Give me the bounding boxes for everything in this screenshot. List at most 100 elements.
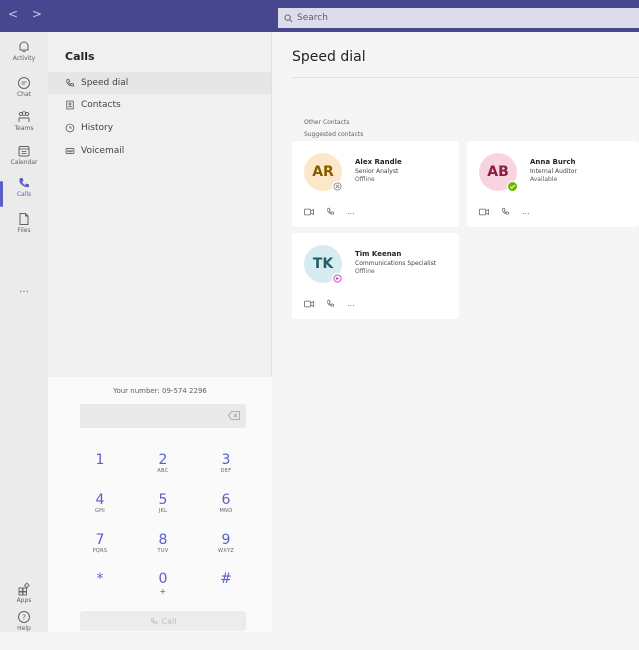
avatar-initials: TK xyxy=(312,256,334,272)
dial-key-hash[interactable]: # xyxy=(206,571,246,587)
avatar: AB xyxy=(479,153,518,192)
rail-calls[interactable]: Calls xyxy=(0,176,48,216)
more-options-icon[interactable]: ... xyxy=(347,207,355,216)
key-digit: 5 xyxy=(158,492,168,508)
contact-status: Available xyxy=(530,176,558,183)
calls-title: Calls xyxy=(65,50,95,63)
suggested-contacts-label: Suggested contacts xyxy=(304,131,364,138)
nav-history[interactable]: History xyxy=(48,117,271,139)
contact-card-anna-burch[interactable]: AB Anna Burch Internal Auditor Available… xyxy=(467,141,639,227)
contact-actions: ... xyxy=(479,207,530,216)
divider xyxy=(292,77,639,78)
key-digit: 2 xyxy=(158,452,168,468)
key-digit: 9 xyxy=(221,532,231,548)
title-bar: < > Search xyxy=(0,0,639,32)
more-options-icon[interactable]: ... xyxy=(347,299,355,308)
dial-key-6[interactable]: 6 MNO xyxy=(206,492,246,514)
voicemail-icon xyxy=(65,148,75,154)
rail-activity-label: Activity xyxy=(12,55,36,62)
clock-icon xyxy=(65,123,75,133)
dial-key-9[interactable]: 9 WXYZ xyxy=(206,532,246,554)
search-icon xyxy=(284,13,293,22)
presence-offline-icon xyxy=(332,181,343,192)
file-icon xyxy=(19,213,29,225)
dial-key-8[interactable]: 8 TUV xyxy=(143,532,183,554)
forward-arrow-icon[interactable]: > xyxy=(32,7,42,21)
dial-key-5[interactable]: 5 JKL xyxy=(143,492,183,514)
backspace-icon[interactable] xyxy=(228,411,240,420)
video-call-icon[interactable] xyxy=(304,300,314,308)
more-options-icon[interactable]: ... xyxy=(522,207,530,216)
bell-icon xyxy=(19,41,29,52)
chat-icon xyxy=(18,77,30,89)
dial-key-2[interactable]: 2 ABC xyxy=(143,452,183,474)
active-indicator xyxy=(0,181,3,207)
more-icon: ... xyxy=(19,284,29,295)
call-button-label: Call xyxy=(161,616,177,626)
rail-files-label: Files xyxy=(17,227,31,234)
rail-calendar-label: Calendar xyxy=(10,159,38,166)
presence-available-icon xyxy=(507,181,518,192)
page-title: Speed dial xyxy=(292,49,366,65)
avatar-initials: AB xyxy=(487,164,509,180)
nav-speed-dial-label: Speed dial xyxy=(81,78,129,88)
dial-key-4[interactable]: 4 GHI xyxy=(80,492,120,514)
rail-more-button[interactable]: ... xyxy=(0,284,48,324)
nav-history-label: History xyxy=(81,123,114,133)
svg-text:?: ? xyxy=(22,614,26,622)
rail-chat-label: Chat xyxy=(16,91,32,98)
dial-key-7[interactable]: 7 PQRS xyxy=(80,532,120,554)
phone-outline-icon xyxy=(66,79,74,87)
rail-apps-label: Apps xyxy=(16,597,32,604)
dial-number-input[interactable] xyxy=(80,404,246,428)
key-letters: GHI xyxy=(94,508,105,514)
audio-call-icon[interactable] xyxy=(326,207,335,216)
phone-outline-icon xyxy=(150,617,157,624)
key-letters: + xyxy=(159,587,167,596)
video-call-icon[interactable] xyxy=(304,208,314,216)
key-digit: 0 xyxy=(158,571,168,587)
dial-key-1[interactable]: 1 xyxy=(80,452,120,468)
rail-calls-label: Calls xyxy=(16,191,32,198)
key-letters: DEF xyxy=(220,468,232,474)
contact-status: Offline xyxy=(355,176,375,183)
rail-activity[interactable]: Activity xyxy=(0,40,48,80)
contact-role: Communications Specialist xyxy=(355,260,437,267)
audio-call-icon[interactable] xyxy=(501,207,510,216)
apps-icon xyxy=(18,582,30,596)
help-icon: ? xyxy=(18,611,30,623)
key-letters: ABC xyxy=(157,468,169,474)
nav-speed-dial[interactable]: Speed dial xyxy=(48,72,271,94)
rail-help[interactable]: ? Help xyxy=(0,610,48,650)
key-digit: 3 xyxy=(221,452,231,468)
key-digit: 4 xyxy=(95,492,105,508)
video-call-icon[interactable] xyxy=(479,208,489,216)
rail-files[interactable]: Files xyxy=(0,212,48,252)
call-button[interactable]: Call xyxy=(80,611,246,631)
contact-card-tim-keenan[interactable]: TK Tim Keenan Communications Specialist … xyxy=(292,233,459,319)
rail-teams-label: Teams xyxy=(14,125,34,132)
phone-icon xyxy=(19,178,29,188)
nav-contacts[interactable]: Contacts xyxy=(48,94,271,116)
contact-card-alex-randle[interactable]: AR Alex Randle Senior Analyst Offline ..… xyxy=(292,141,459,227)
contact-status: Offline xyxy=(355,268,375,275)
key-digit: * xyxy=(96,571,104,587)
contact-name: Tim Keenan xyxy=(355,250,402,258)
dial-key-star[interactable]: * xyxy=(80,571,120,587)
search-placeholder: Search xyxy=(297,13,328,23)
dial-key-0[interactable]: 0 + xyxy=(143,571,183,596)
search-input[interactable]: Search xyxy=(278,8,639,28)
app-rail: Activity Chat Teams Calendar Calls Files… xyxy=(0,32,48,632)
audio-call-icon[interactable] xyxy=(326,299,335,308)
avatar: AR xyxy=(304,153,343,192)
avatar-initials: AR xyxy=(312,164,334,180)
presence-out-of-office-icon xyxy=(332,273,343,284)
other-contacts-label: Other Contacts xyxy=(304,119,350,126)
key-letters: TUV xyxy=(157,548,169,554)
key-letters: WXYZ xyxy=(217,548,235,554)
back-arrow-icon[interactable]: < xyxy=(8,7,18,21)
contact-name: Alex Randle xyxy=(355,158,402,166)
nav-voicemail[interactable]: Voicemail xyxy=(48,140,271,162)
avatar: TK xyxy=(304,245,343,284)
dial-key-3[interactable]: 3 DEF xyxy=(206,452,246,474)
